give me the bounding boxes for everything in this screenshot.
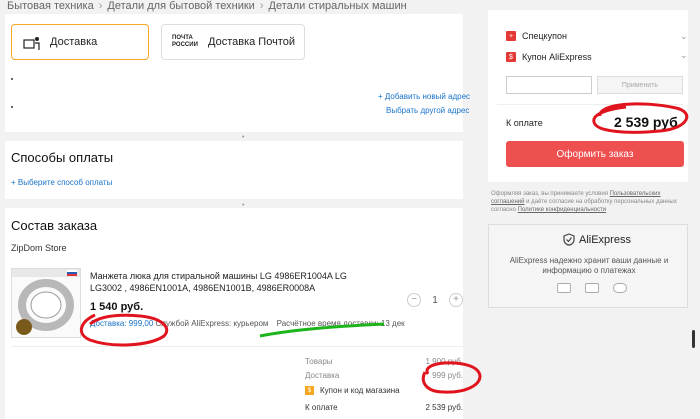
coupon-label: Купон AliExpress: [522, 52, 592, 62]
chevron-down-icon[interactable]: ⌄: [680, 31, 688, 42]
summary-coupon-row[interactable]: $ Купон и код магазина: [305, 386, 463, 395]
increase-quantity-button[interactable]: +: [449, 293, 463, 307]
store-name[interactable]: ZipDom Store: [11, 243, 67, 253]
aliexpress-logo: AliExpress: [563, 233, 631, 246]
product-image[interactable]: [11, 268, 81, 338]
ae-coupon-row[interactable]: $ Купон AliExpress: [506, 52, 592, 62]
shield-icon: [563, 233, 575, 246]
place-order-button[interactable]: Оформить заказ: [506, 141, 684, 167]
scrollbar[interactable]: [692, 330, 695, 348]
checkout-left-column: Бытовая техника › Детали для бытовой техни…: [0, 0, 478, 419]
summary-label: Товары: [305, 357, 333, 366]
delivery-time: Расчётное время доставки: 13 дек: [276, 319, 405, 328]
address-bullet: [11, 78, 13, 80]
chevron-down-icon[interactable]: ⌄: [680, 50, 688, 61]
delivery-cost[interactable]: Доставка: 999,00: [90, 319, 153, 328]
spec-coupon-row[interactable]: + Спецкупон: [506, 31, 567, 41]
summary-goods-row: Товары 1 900 руб.: [305, 357, 463, 366]
summary-value: 1 900 руб.: [425, 357, 464, 366]
apply-coupon-button[interactable]: Применить: [597, 76, 683, 94]
choose-address-link[interactable]: Выбрать другой адрес: [386, 106, 469, 115]
summary-delivery-row: Доставка 999 руб.: [305, 371, 463, 380]
summary-label: Доставка: [305, 371, 340, 380]
product-delivery-info: Доставка: 999,00 Службой AliExpress: кур…: [90, 319, 405, 328]
quantity-value[interactable]: 1: [432, 295, 438, 306]
chevron-right-icon: ›: [98, 0, 103, 12]
breadcrumb-item[interactable]: Детали стиральных машин: [269, 0, 407, 12]
payment-title: Способы оплаты: [11, 150, 114, 165]
payment-badge-icon: [613, 283, 627, 293]
payment-badge-icon: [557, 283, 571, 293]
choose-payment-link[interactable]: + Выберите способ оплаты: [11, 178, 112, 187]
order-title: Состав заказа: [11, 218, 98, 233]
divider: [11, 346, 463, 347]
quantity-stepper: − 1 +: [407, 292, 463, 308]
delivery-option-label: Доставка Почтой: [208, 36, 295, 48]
coupon-label: Спецкупон: [522, 31, 567, 41]
delivery-option-label: Доставка: [50, 36, 98, 48]
summary-value: 2 539 руб.: [425, 403, 464, 412]
security-description: AliExpress надежно хранит ваши данные и …: [509, 256, 669, 275]
breadcrumb-item[interactable]: Бытовая техника: [7, 0, 94, 12]
add-address-link[interactable]: + Добавить новый адрес: [378, 92, 470, 101]
coupon-tag-icon: $: [305, 386, 314, 395]
total-value: 2 539 руб.: [614, 114, 682, 130]
divider-dot: •: [242, 134, 245, 141]
courier-icon: [22, 34, 42, 55]
summary-label: Купон и код магазина: [320, 386, 400, 395]
divider: [497, 104, 683, 105]
product-price: 1 540 руб.: [90, 301, 144, 313]
payment-badge-icon: [585, 283, 599, 293]
delivery-option-post[interactable]: ПОЧТА РОССИИ Доставка Почтой: [161, 24, 305, 60]
delivery-service: Службой AliExpress: курьером: [155, 319, 269, 328]
security-badges: [557, 283, 627, 293]
summary-total-row: К оплате 2 539 руб.: [305, 403, 463, 412]
total-label: К оплате: [506, 118, 543, 128]
breadcrumb-item[interactable]: Детали для бытовой техники: [107, 0, 254, 12]
delivery-option-courier[interactable]: Доставка: [11, 24, 149, 60]
summary-value: 999 руб.: [432, 371, 463, 380]
coupon-code-input[interactable]: [506, 76, 592, 94]
privacy-policy-link[interactable]: Политике конфиденциальности: [518, 207, 606, 213]
product-title[interactable]: Манжета люка для стиральной машины LG 49…: [90, 270, 380, 294]
summary-label: К оплате: [305, 403, 338, 412]
legal-notice: Оформляя заказ, вы принимаете условия По…: [491, 191, 677, 213]
coupon-icon: +: [506, 31, 516, 41]
address-bullet: [11, 106, 13, 108]
russian-post-logo: ПОЧТА РОССИИ: [172, 35, 198, 48]
decrease-quantity-button[interactable]: −: [407, 293, 421, 307]
coupon-icon: $: [506, 52, 516, 62]
breadcrumb: Бытовая техника › Детали для бытовой техни…: [7, 0, 407, 12]
chevron-right-icon: ›: [259, 0, 264, 12]
